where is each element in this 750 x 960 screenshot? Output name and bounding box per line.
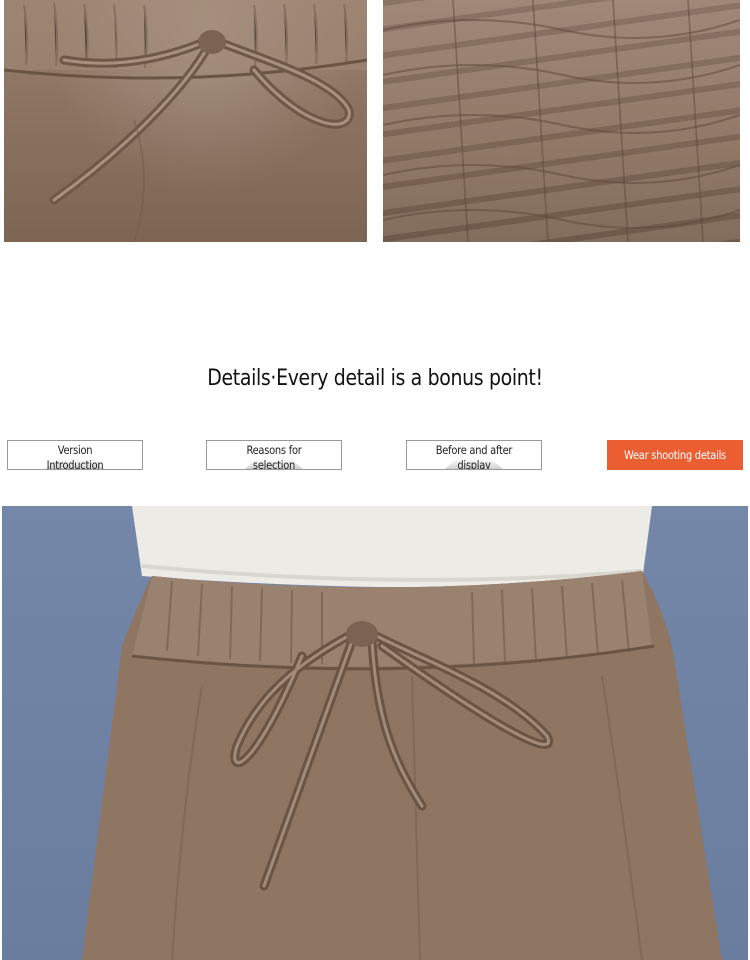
tab-label: Reasons for selection <box>246 443 302 470</box>
tab-label: Wear shooting details <box>624 448 726 462</box>
tab-reasons-for-selection[interactable]: Reasons for selection <box>206 440 342 470</box>
section-heading: Details·Every detail is a bonus point! <box>207 366 543 391</box>
tab-wear-shooting-details[interactable]: Wear shooting details <box>607 440 743 470</box>
tab-label: Before and after display <box>435 443 513 470</box>
tab-version-introduction[interactable]: Version Introduction <box>7 440 143 470</box>
tab-label: Version Introduction <box>46 443 104 470</box>
elastic-waistband-closeup-photo <box>383 0 740 242</box>
pants-worn-photo <box>2 506 748 960</box>
tab-before-and-after-display[interactable]: Before and after display <box>406 440 542 470</box>
drawstring-closeup-photo <box>4 0 367 242</box>
